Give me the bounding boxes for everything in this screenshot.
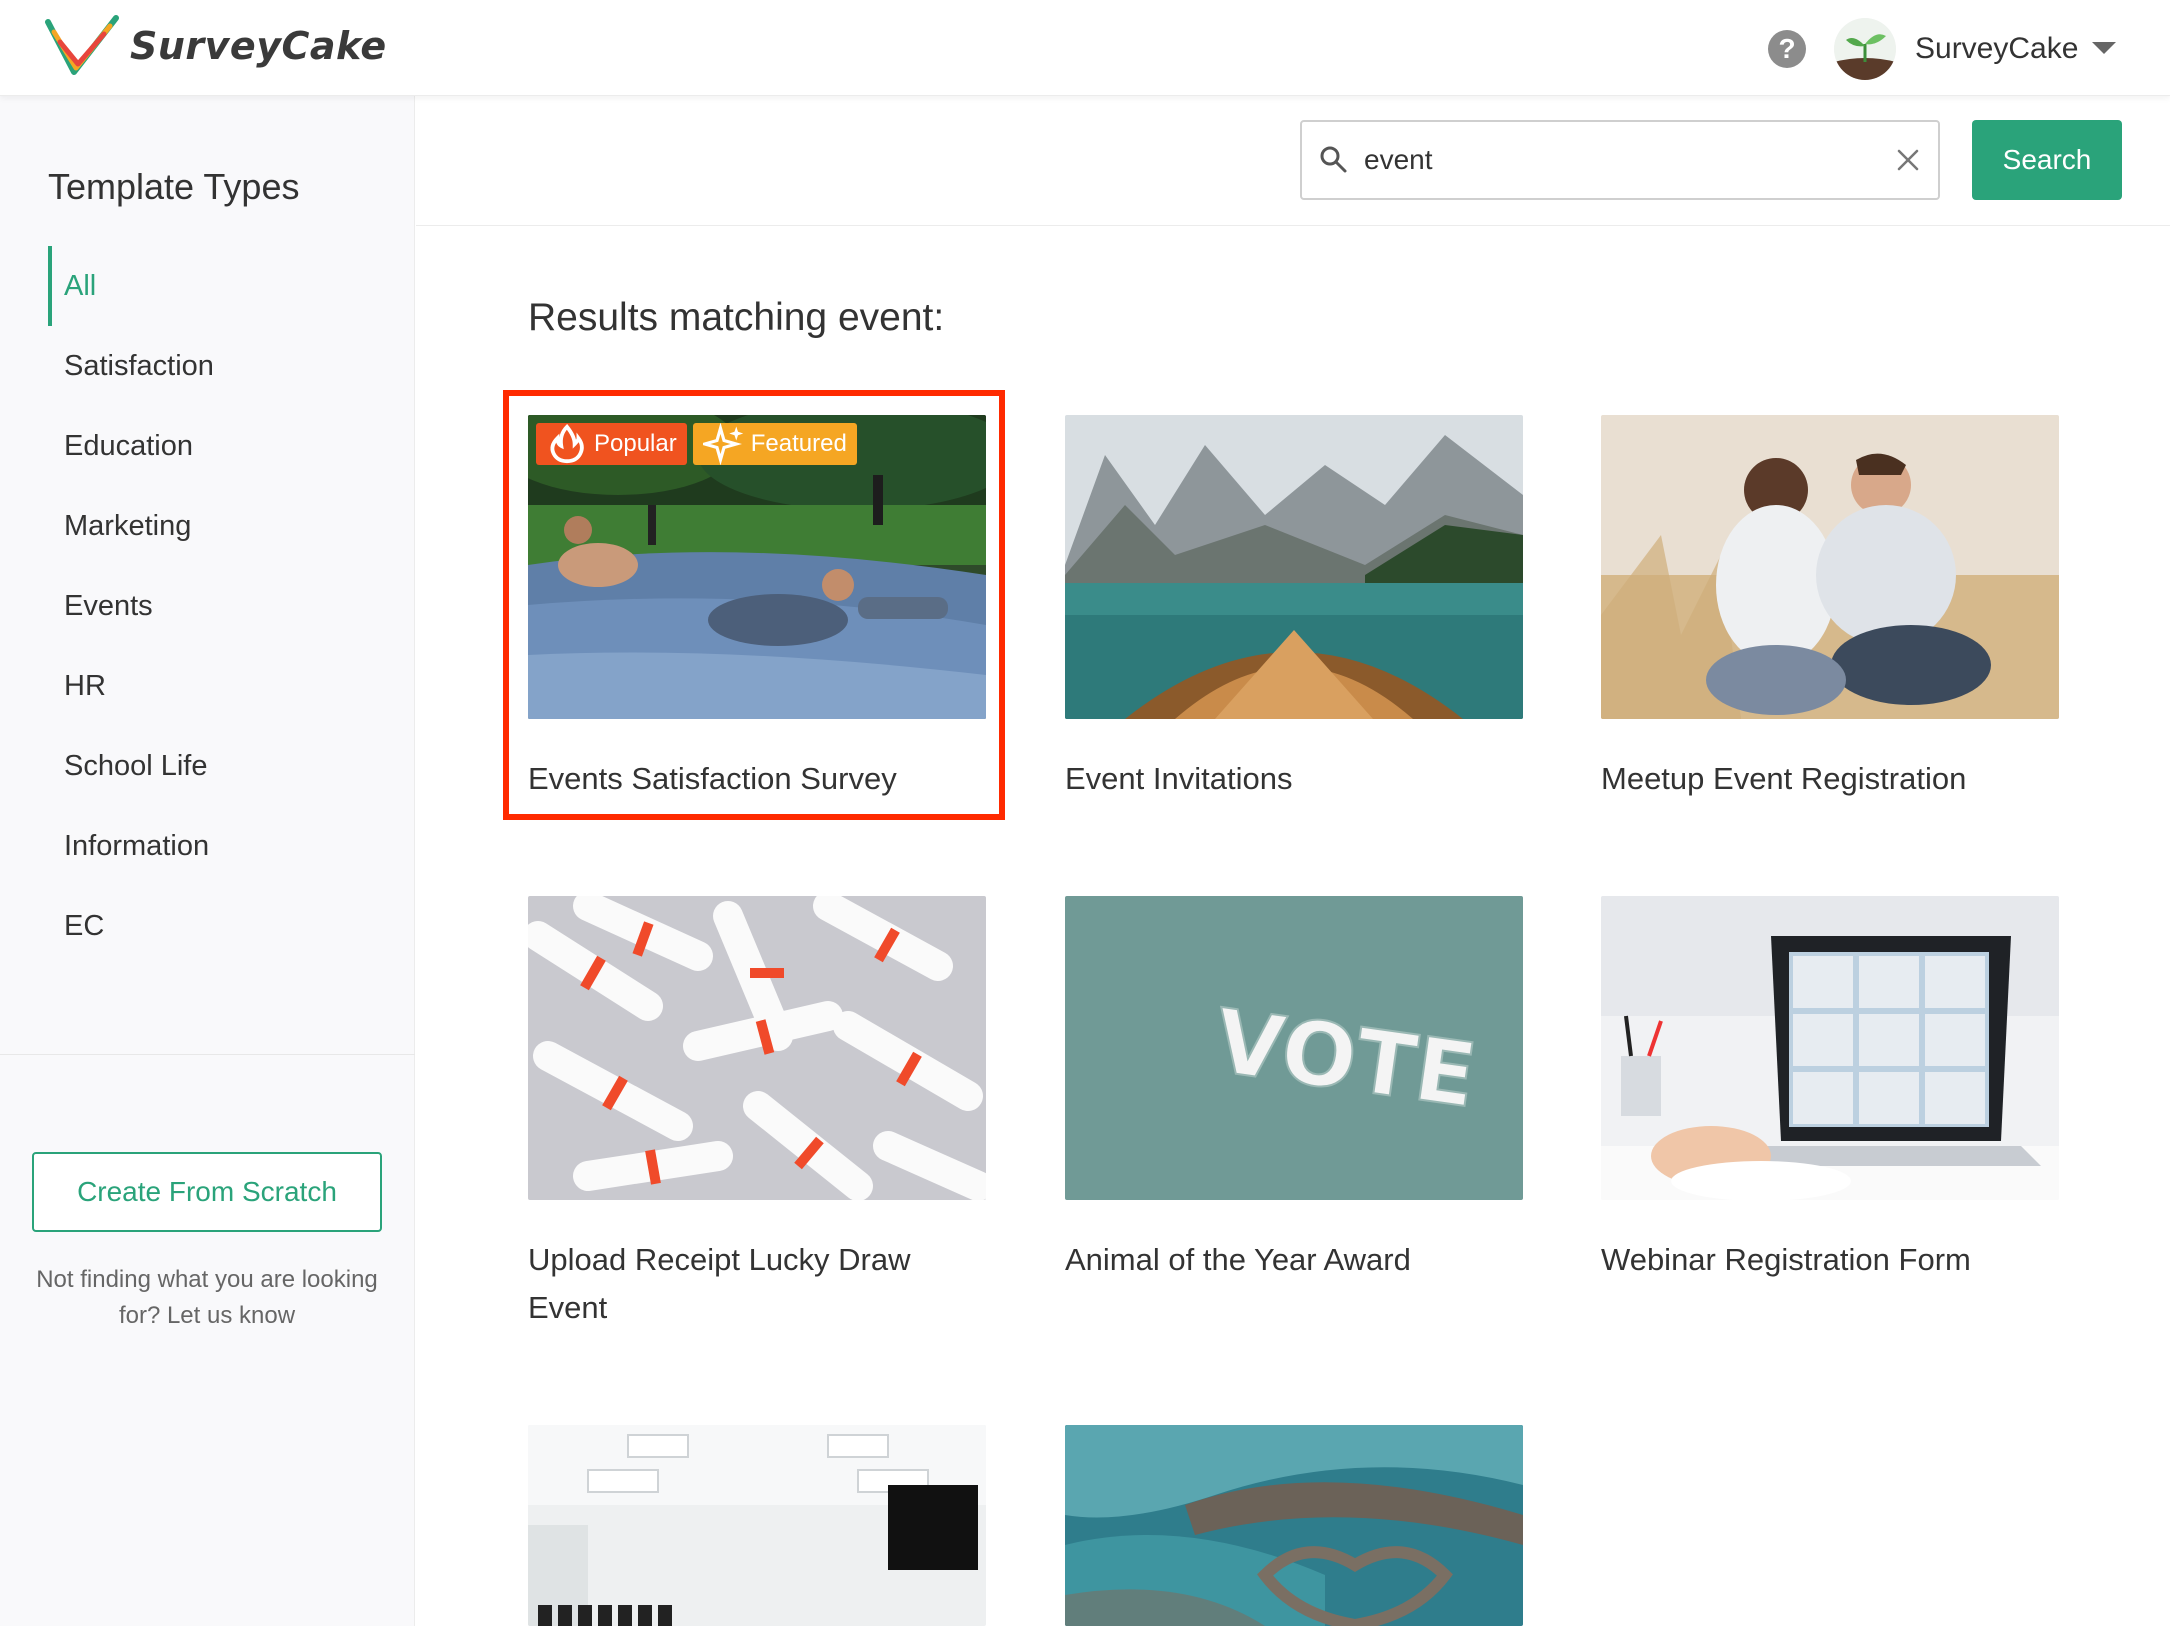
search-box[interactable] — [1300, 120, 1940, 200]
template-card-upload-receipt-lucky-draw-event[interactable]: Upload Receipt Lucky Draw Event — [528, 896, 986, 1332]
search-button[interactable]: Search — [1972, 120, 2122, 200]
template-thumbnail[interactable]: Popular Featured — [528, 415, 986, 719]
sparkle-icon — [702, 423, 743, 465]
template-card-title[interactable]: Animal of the Year Award — [1065, 1236, 1523, 1284]
template-thumbnail[interactable] — [1601, 415, 2059, 719]
template-card-event-invitations[interactable]: Event Invitations — [1065, 415, 1523, 803]
template-thumbnail[interactable] — [1601, 896, 2059, 1200]
sidebar-item-satisfaction[interactable]: Satisfaction — [48, 326, 388, 406]
sidebar-item-marketing[interactable]: Marketing — [48, 486, 388, 566]
popular-badge: Popular — [536, 423, 687, 465]
sidebar-item-all[interactable]: All — [48, 246, 388, 326]
featured-badge: Featured — [692, 423, 857, 465]
help-icon[interactable]: ? — [1768, 30, 1806, 68]
template-thumbnail[interactable] — [528, 896, 986, 1200]
badge-group: Popular Featured — [536, 423, 857, 465]
template-type-list: All Satisfaction Education Marketing Eve… — [48, 246, 388, 966]
popular-badge-label: Popular — [594, 430, 677, 457]
results-title: Results matching event: — [528, 296, 945, 339]
logo-text: SurveyCake — [130, 24, 387, 68]
template-card-events-satisfaction-survey[interactable]: Popular Featured Events Satisfaction Sur… — [528, 415, 986, 803]
template-card-title[interactable]: Events Satisfaction Survey — [528, 755, 986, 803]
meeting-room-photo — [528, 1425, 986, 1626]
create-from-scratch-button[interactable]: Create From Scratch — [32, 1152, 382, 1232]
template-thumbnail[interactable] — [1065, 415, 1523, 719]
sidebar-item-hr[interactable]: HR — [48, 646, 388, 726]
surveycake-logo[interactable]: SurveyCake — [44, 12, 387, 80]
featured-badge-label: Featured — [750, 430, 847, 457]
chevron-down-icon[interactable] — [2092, 42, 2116, 54]
sidebar: Template Types All Satisfaction Educatio… — [0, 96, 415, 1626]
template-card-title[interactable]: Upload Receipt Lucky Draw Event — [528, 1236, 986, 1332]
sidebar-item-events[interactable]: Events — [48, 566, 388, 646]
feedback-link[interactable]: Not finding what you are looking for? Le… — [24, 1262, 390, 1334]
lake-boat-photo — [1065, 415, 1523, 719]
top-bar: SurveyCake ? SurveyCake — [0, 0, 2170, 96]
sidebar-item-information[interactable]: Information — [48, 806, 388, 886]
template-card-title[interactable]: Event Invitations — [1065, 755, 1523, 803]
search-input[interactable] — [1364, 136, 1864, 184]
sprout-icon — [1834, 18, 1896, 80]
template-thumbnail[interactable]: VOTE — [1065, 896, 1523, 1200]
template-card-heart-stone-weir[interactable] — [1065, 1425, 1523, 1626]
template-card-title[interactable]: Meetup Event Registration — [1601, 755, 2059, 803]
vote-photo: VOTE — [1065, 896, 1523, 1200]
webinar-laptop-photo — [1601, 896, 2059, 1200]
template-card-webinar-registration-form[interactable]: Webinar Registration Form — [1601, 896, 2059, 1284]
sidebar-divider — [0, 1054, 415, 1055]
template-thumbnail[interactable] — [1065, 1425, 1523, 1626]
sidebar-item-school-life[interactable]: School Life — [48, 726, 388, 806]
avatar[interactable] — [1834, 18, 1896, 80]
rolled-tickets-photo — [528, 896, 986, 1200]
search-bar-area: Search — [416, 96, 2170, 226]
template-card-title[interactable]: Webinar Registration Form — [1601, 1236, 2059, 1284]
sidebar-item-ec[interactable]: EC — [48, 886, 388, 966]
template-card-animal-of-the-year-award[interactable]: VOTE Animal of the Year Award — [1065, 896, 1523, 1284]
template-thumbnail[interactable] — [528, 1425, 986, 1626]
close-icon[interactable] — [1894, 146, 1922, 174]
template-card-meeting-room[interactable] — [528, 1425, 986, 1626]
template-card-meetup-event-registration[interactable]: Meetup Event Registration — [1601, 415, 2059, 803]
sidebar-title: Template Types — [48, 166, 300, 207]
search-icon — [1320, 146, 1347, 173]
logo-mark-icon — [45, 15, 119, 75]
couple-photo — [1601, 415, 2059, 719]
fire-icon — [550, 423, 584, 464]
sidebar-item-education[interactable]: Education — [48, 406, 388, 486]
user-name[interactable]: SurveyCake — [1915, 32, 2078, 66]
heart-stone-weir-photo — [1065, 1425, 1523, 1626]
